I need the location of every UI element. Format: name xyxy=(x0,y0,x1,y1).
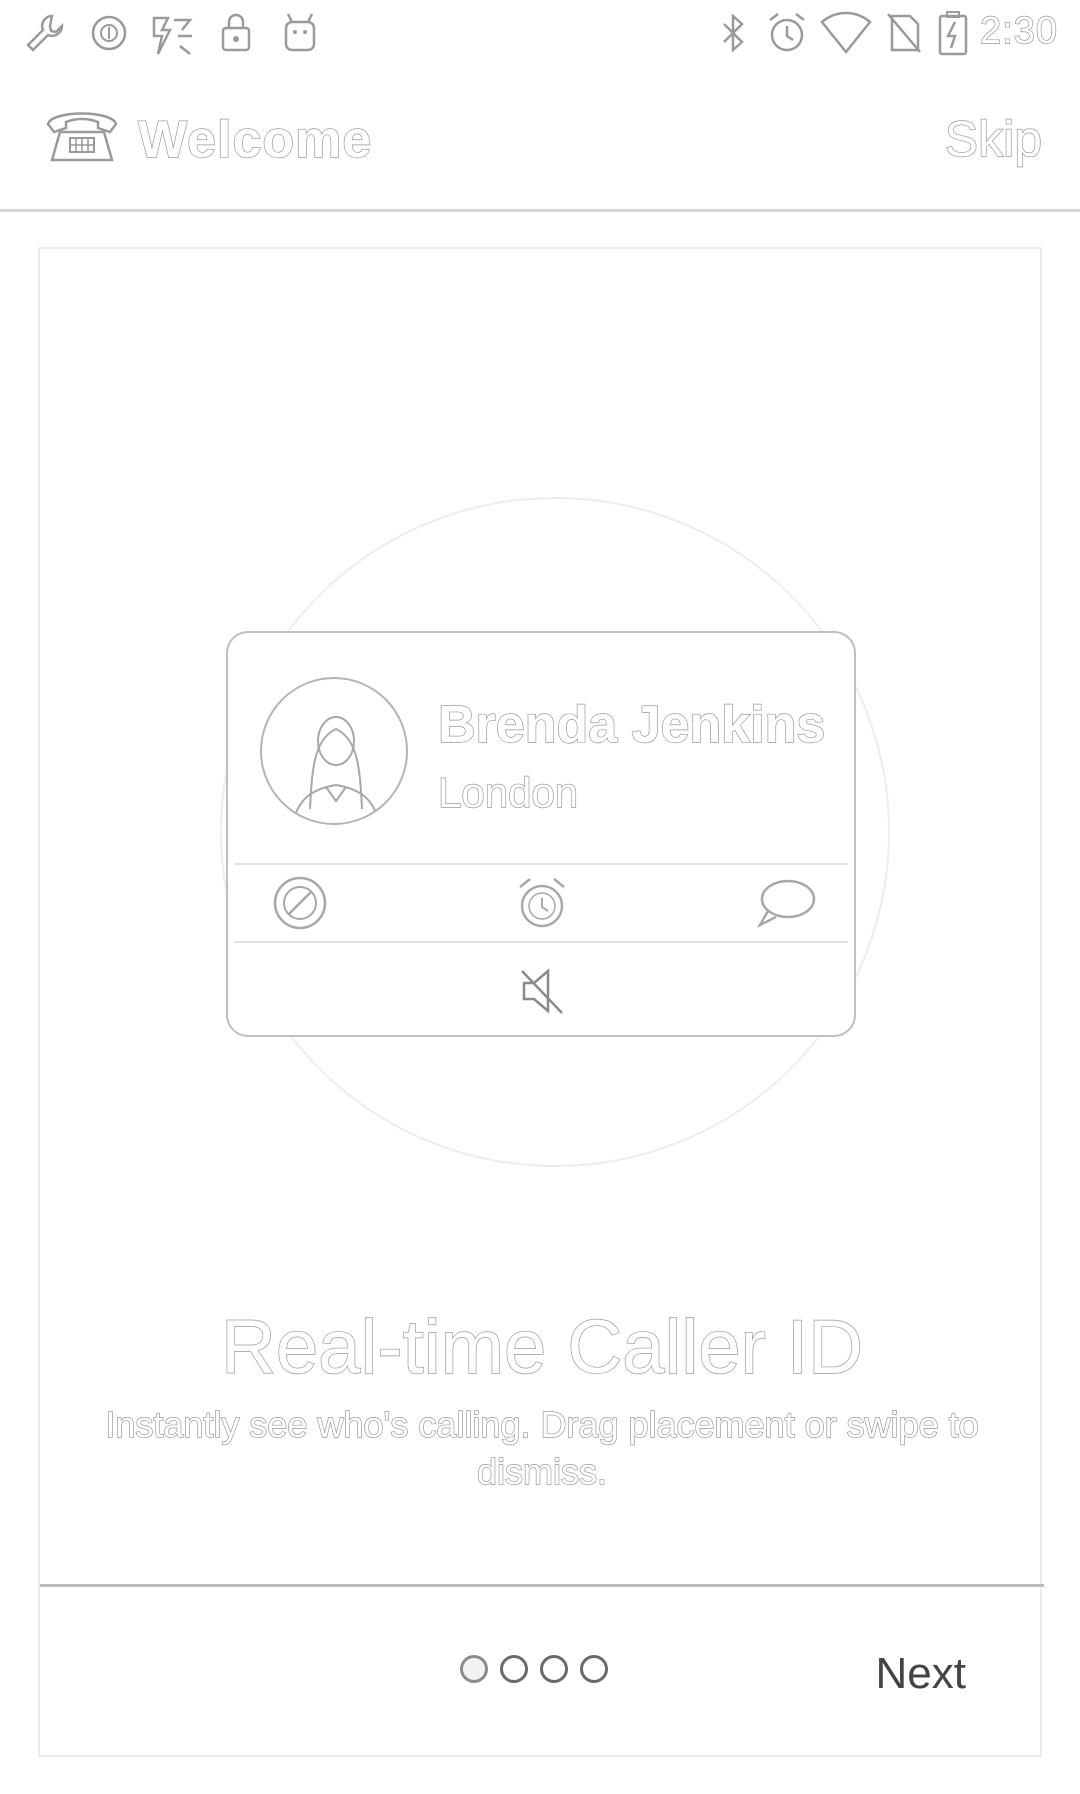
page-dot[interactable] xyxy=(460,1655,488,1683)
divider xyxy=(234,863,848,865)
caller-name: Brenda Jenkins xyxy=(437,695,826,754)
wifi-icon xyxy=(820,10,872,61)
alarm-reminder-icon[interactable] xyxy=(512,873,572,938)
battery-charging-icon xyxy=(936,10,970,63)
skip-button[interactable]: Skip xyxy=(944,110,1043,168)
alarm-icon xyxy=(764,10,810,61)
android-icon xyxy=(280,10,320,61)
no-sim-icon xyxy=(884,10,924,61)
lock-icon xyxy=(218,10,254,61)
caller-location: London xyxy=(437,768,579,816)
mute-icon[interactable] xyxy=(518,963,568,1024)
status-bar: 2:30 xyxy=(0,0,1080,66)
bluetooth-icon xyxy=(716,10,750,61)
divider xyxy=(234,941,848,943)
next-button[interactable]: Next xyxy=(876,1649,966,1699)
telephone-icon xyxy=(42,102,122,173)
app-bar: Welcome Skip xyxy=(0,66,1080,212)
page-indicator xyxy=(460,1655,608,1683)
pager-bar: Next xyxy=(40,1584,1044,1759)
block-icon[interactable] xyxy=(270,873,330,938)
sync-icon xyxy=(88,10,130,61)
status-time: 2:30 xyxy=(979,9,1058,52)
page-dot[interactable] xyxy=(540,1655,568,1683)
signal-off-icon xyxy=(148,10,198,65)
page-title: Welcome xyxy=(137,110,373,169)
caller-id-preview: Brenda Jenkins London xyxy=(226,631,856,1037)
message-icon[interactable] xyxy=(754,873,818,938)
avatar xyxy=(260,677,408,825)
page-dot[interactable] xyxy=(500,1655,528,1683)
wrench-icon xyxy=(22,10,68,61)
page-dot[interactable] xyxy=(580,1655,608,1683)
feature-title: Real-time Caller ID xyxy=(220,1304,863,1390)
onboarding-card: Brenda Jenkins London Real-time Caller I… xyxy=(38,247,1044,1759)
feature-description: Instantly see who's calling. Drag placem… xyxy=(105,1403,980,1492)
